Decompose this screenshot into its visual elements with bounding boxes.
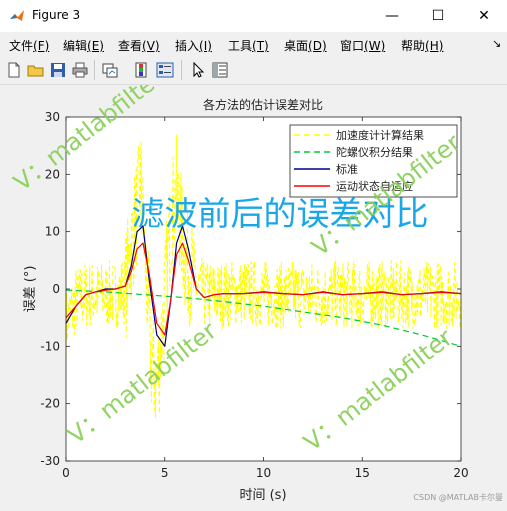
menu-insert[interactable]: 插入(I): [175, 37, 212, 54]
figure-area: 各方法的估计误差对比 0 5 10 15 20 30 20 10 0 -10 -20 -30 时间 (…: [0, 64, 507, 507]
colorbar-icon[interactable]: [133, 61, 151, 79]
x-tick-label: 20: [453, 466, 468, 480]
title-bar: Figure 3 — ☐ ✕: [0, 0, 507, 32]
close-button[interactable]: ✕: [461, 0, 507, 32]
legend-label-gyro: 陀螺仪积分结果: [336, 145, 413, 159]
y-tick-label: 30: [45, 110, 60, 124]
new-file-icon[interactable]: [5, 61, 23, 79]
menu-view[interactable]: 查看(V): [118, 37, 160, 54]
x-axis-label: 时间 (s): [239, 488, 286, 503]
menu-help[interactable]: 帮助(H): [401, 37, 443, 54]
x-tick-label: 15: [355, 466, 370, 480]
minimize-button[interactable]: —: [369, 0, 415, 32]
save-icon[interactable]: [49, 61, 67, 79]
toolbar: [0, 56, 507, 85]
property-inspector-icon[interactable]: [211, 61, 229, 79]
y-tick-label: 10: [45, 225, 60, 239]
legend-label-reference: 标准: [336, 162, 358, 176]
menu-overflow-icon[interactable]: ↘: [492, 37, 501, 50]
y-tick-label: 0: [52, 282, 60, 296]
error-comparison-chart: 各方法的估计误差对比 0 5 10 15 203020100-10-20-30 时间 (…: [8, 64, 503, 503]
toolbar-separator: [94, 60, 95, 80]
menu-tools[interactable]: 工具(T): [228, 37, 269, 54]
chart-title: 各方法的估计误差对比: [203, 97, 323, 112]
pointer-icon[interactable]: [189, 61, 207, 79]
print-icon[interactable]: [71, 61, 89, 79]
y-axis-label: 误差 (°): [23, 266, 38, 313]
menu-file[interactable]: 文件(F): [9, 37, 49, 54]
toolbar-separator: [181, 60, 182, 80]
y-tick-label: -30: [40, 454, 60, 468]
window-title: Figure 3: [32, 8, 81, 22]
menu-bar: 文件(F) 编辑(E) 查看(V) 插入(I) 工具(T) 桌面(D) 窗口(W…: [0, 32, 507, 56]
x-tick-label: 0: [62, 466, 70, 480]
y-tick-label: -20: [40, 397, 60, 411]
menu-window[interactable]: 窗口(W): [340, 37, 385, 54]
y-tick-label: -10: [40, 339, 60, 353]
maximize-button[interactable]: ☐: [415, 0, 461, 32]
matlab-icon: [10, 10, 24, 21]
open-folder-icon[interactable]: [27, 61, 45, 79]
link-plot-icon[interactable]: [101, 61, 119, 79]
x-tick-label: 10: [256, 466, 271, 480]
credit-text: CSDN @MATLAB卡尔曼: [413, 492, 503, 502]
menu-edit[interactable]: 编辑(E): [63, 37, 104, 54]
x-tick-label: 5: [161, 466, 169, 480]
menu-desktop[interactable]: 桌面(D): [284, 37, 327, 54]
legend-label-accel: 加速度计计算结果: [336, 128, 424, 142]
legend-icon[interactable]: [156, 61, 174, 79]
